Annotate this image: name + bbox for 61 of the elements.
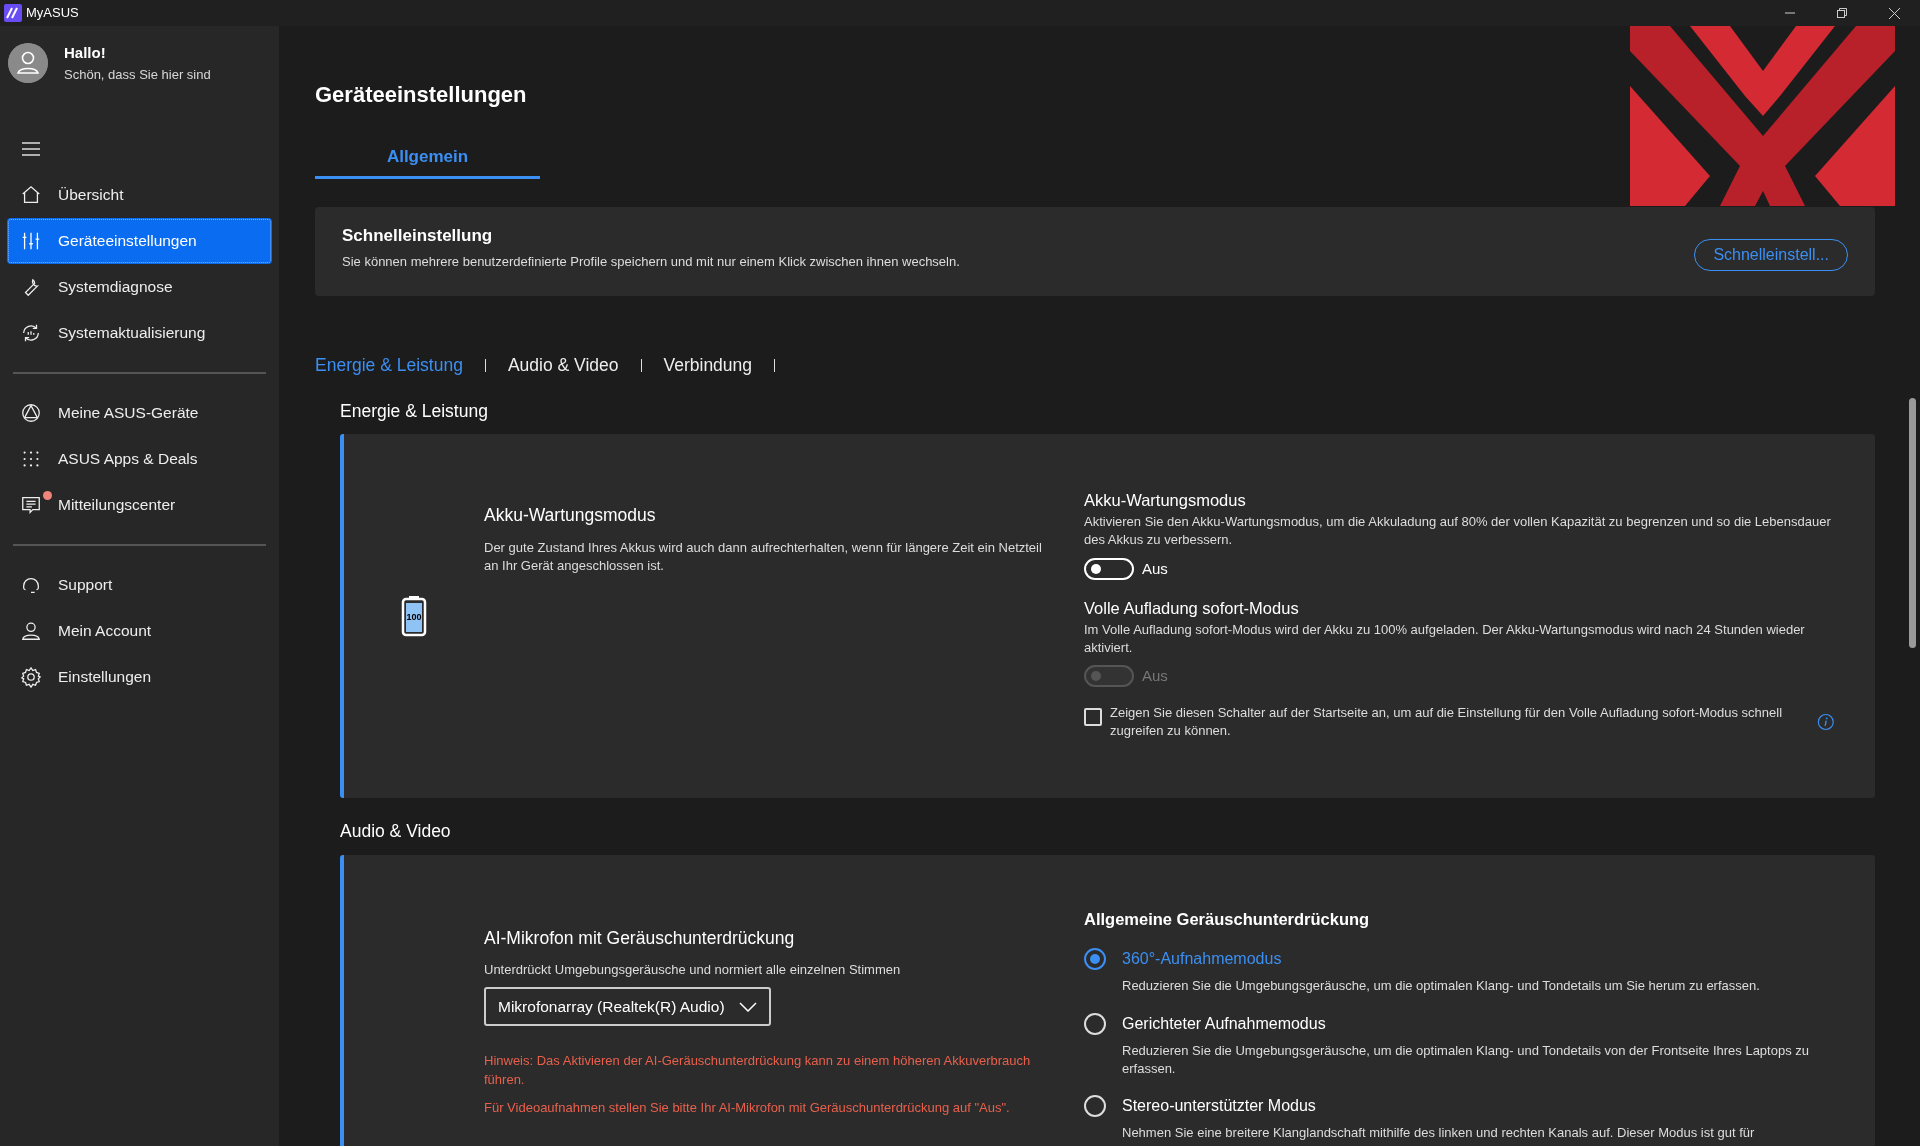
section-tab[interactable]: Energie & Leistung (315, 351, 463, 379)
sidebar-item[interactable]: Mitteilungscenter (7, 482, 272, 528)
option-description: Reduzieren Sie die Umgebungsgeräusche, um die optimalen Klang- und Tondetails um Sie herum zu erfassen. (1122, 977, 1761, 996)
card-title: Akku-Wartungsmodus (484, 504, 657, 528)
checkbox-label: Zeigen Sie diesen Schalter auf der Startseite an, um auf die Einstellung für den Volle Aufladung sofort-Modus schnell zugreifen zu können. (1110, 703, 1784, 740)
card-title: AI-Mikrofon mit Geräuschunterdrückung (484, 926, 796, 950)
home-icon (20, 184, 42, 206)
battery-level: 100 (406, 611, 422, 625)
battery-icon (401, 595, 427, 638)
section-tab[interactable]: Verbindung (663, 351, 753, 379)
avatar-icon[interactable] (8, 43, 48, 83)
microphone-dropdown[interactable]: Mikrofonarray (Realtek(R) Audio) (484, 987, 771, 1027)
setting-title: Volle Aufladung sofort-Modus (1084, 598, 1300, 619)
update-icon (20, 322, 42, 344)
app-logo-icon (4, 4, 22, 22)
sliders-icon (20, 230, 42, 252)
warning-text: Für Videoaufnahmen stellen Sie bitte Ihr AI-Mikrofon mit Geräuschunterdrückung auf "Aus". (484, 1098, 1011, 1117)
greeting-subtitle: Schön, dass Sie hier sind (64, 65, 211, 84)
user-icon (20, 620, 42, 642)
setting-title: Akku-Wartungsmodus (1084, 490, 1247, 512)
option-description: Reduzieren Sie die Umgebungsgeräusche, um die optimalen Klang- und Tondetails von der Frontseite Ihres Laptops zu erfassen. (1122, 1041, 1810, 1078)
sidebar-item[interactable]: Einstellungen (7, 654, 272, 700)
scrollbar[interactable] (1909, 398, 1916, 648)
option-label: Gerichteter Aufnahmemodus (1122, 1013, 1326, 1034)
checkbox[interactable] (1084, 707, 1102, 726)
menu-icon[interactable] (21, 141, 41, 156)
section-title: Audio & Video (340, 820, 452, 844)
settings-icon (20, 666, 42, 688)
chevron-down-icon (738, 1001, 757, 1012)
sidebar-item[interactable]: Meine ASUS-Geräte (7, 390, 272, 436)
tab[interactable]: Allgemein (315, 138, 540, 179)
sidebar-item[interactable]: Übersicht (7, 172, 272, 218)
options-heading: Allgemeine Geräuschunterdrückung (1084, 908, 1371, 930)
toggle-state: Aus (1142, 666, 1168, 687)
setting-description: Aktivieren Sie den Akku-Wartungsmodus, um die Akkuladung auf 80% der vollen Kapazität zu begrenzen und so die Lebensdauer des Akkus zu verbessern. (1084, 513, 1832, 550)
page-title: Geräteeinstellungen (315, 81, 528, 109)
card-title: Schnelleinstellung (342, 224, 494, 247)
section-title: Energie & Leistung (340, 400, 489, 424)
radio-button[interactable] (1084, 948, 1106, 971)
option-label: Stereo-unterstützter Modus (1122, 1095, 1316, 1116)
option-description: Nehmen Sie eine breitere Klanglandschaft mithilfe des linken und rechten Kanals auf. Dieser Modus ist gut für (1122, 1123, 1756, 1142)
sidebar-item[interactable]: ASUS Apps & Deals (7, 436, 272, 482)
toggle-state: Aus (1142, 558, 1168, 579)
sidebar-item[interactable]: Support (7, 562, 272, 608)
sidebar-item[interactable]: Mein Account (7, 608, 272, 654)
card-description: Der gute Zustand Ihres Akkus wird auch dann aufrechterhalten, wenn für längere Zeit ein Netzteil an Ihr Gerät angeschlossen ist. (484, 538, 1043, 575)
greeting: Hallo! (64, 43, 107, 63)
card-description: Unterdrückt Umgebungsgeräusche und normiert alle einzelnen Stimmen (484, 960, 902, 979)
warning-text: Hinweis: Das Aktivieren der AI-Geräuschunterdrückung kann zu einem höheren Akkuverbrauch führen. (484, 1052, 1032, 1089)
restore-icon (1837, 8, 1847, 18)
setting-description: Im Volle Aufladung sofort-Modus wird der Akku zu 100% aufgeladen. Der Akku-Wartungsmodus wird nach 24 Stunden wieder aktiviert. (1084, 620, 1806, 657)
close-icon (1888, 7, 1900, 19)
section-tab[interactable]: Audio & Video (507, 351, 619, 379)
card-description: Sie können mehrere benutzerdefinierte Profile speichern und mit nur einem Klick zwischen ihnen wechseln. (342, 253, 961, 272)
window-title: MyASUS (26, 4, 79, 23)
message-icon (20, 494, 42, 516)
sidebar-item[interactable]: Systemdiagnose (7, 264, 272, 310)
sidebar-item[interactable]: Geräteeinstellungen (7, 218, 272, 264)
info-icon[interactable] (1817, 711, 1835, 732)
sidebar-item[interactable]: Systemaktualisierung (7, 310, 272, 356)
option-label: 360°-Aufnahmemodus (1122, 949, 1282, 970)
